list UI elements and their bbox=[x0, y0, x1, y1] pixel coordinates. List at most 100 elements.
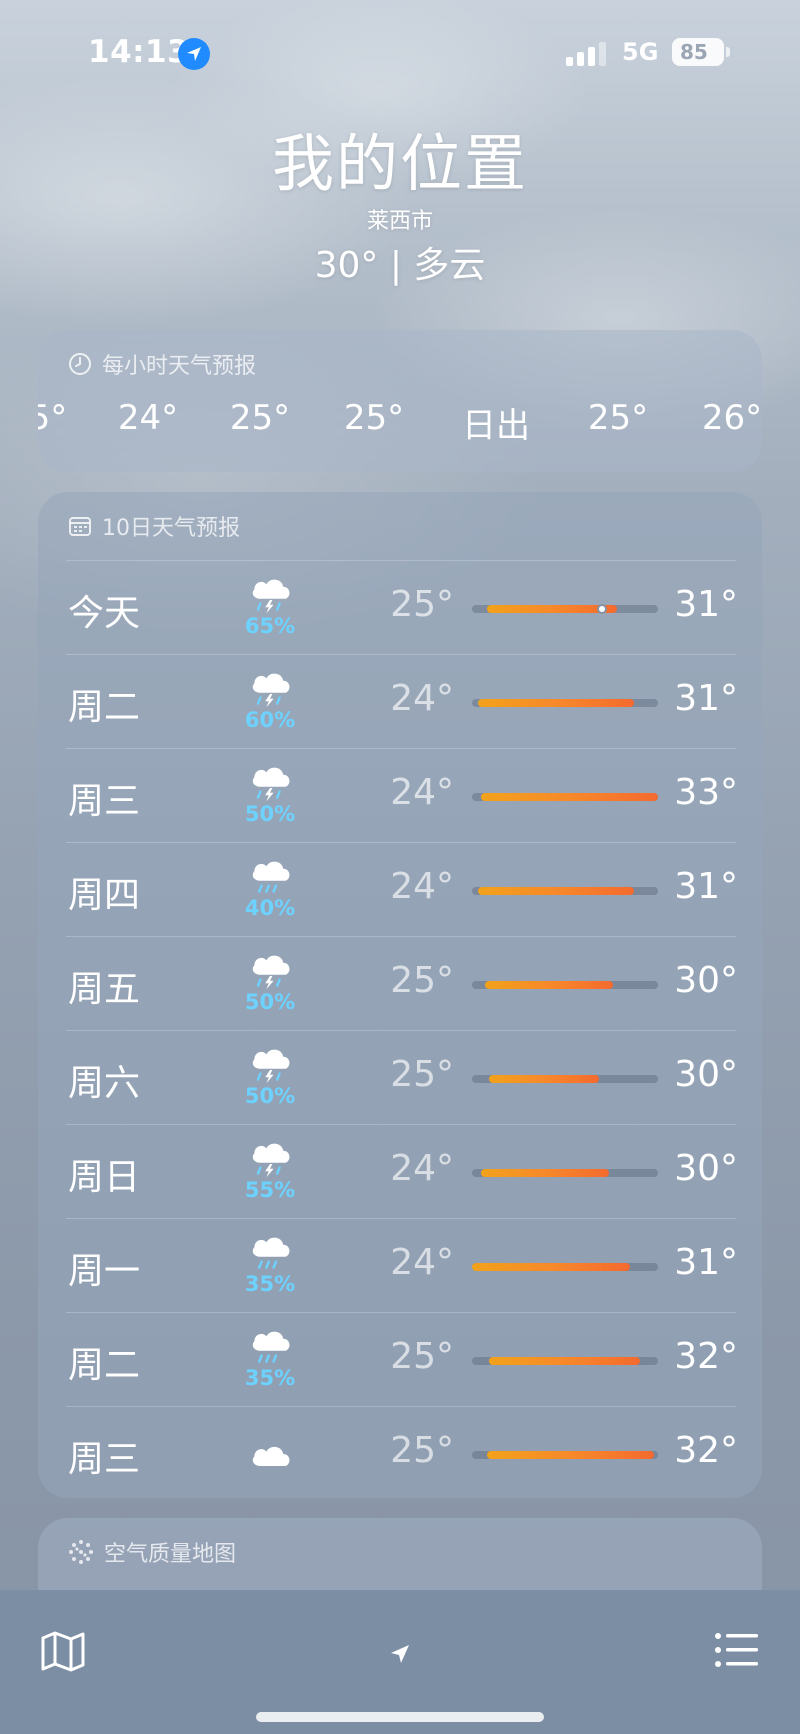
cloud-icon bbox=[246, 1432, 294, 1476]
forecast-row[interactable]: 今天 65% 25° 31° bbox=[66, 560, 738, 654]
hourly-item: 26° bbox=[701, 398, 762, 438]
thunderstorm-icon bbox=[246, 760, 294, 804]
temp-range-fill bbox=[478, 887, 634, 895]
precip-chance: 65% bbox=[244, 614, 296, 638]
temp-range-fill bbox=[481, 1169, 609, 1177]
air-quality-icon bbox=[69, 1540, 93, 1564]
temp-range-fill bbox=[487, 1451, 654, 1459]
precip-chance: 35% bbox=[244, 1366, 296, 1390]
city-list-button[interactable] bbox=[714, 1632, 760, 1668]
current-condition: 30° | 多云 bbox=[314, 245, 486, 286]
current-temp-marker bbox=[597, 604, 607, 614]
hourly-item: 25° bbox=[343, 398, 405, 438]
precip-chance: 55% bbox=[244, 1178, 296, 1202]
signal-bars-icon bbox=[566, 42, 608, 66]
row-divider bbox=[66, 842, 736, 843]
air-quality-header: 空气质量地图 bbox=[68, 1536, 236, 1568]
row-divider bbox=[66, 936, 736, 937]
temp-range-bar bbox=[472, 699, 658, 707]
city-name: 莱西市 bbox=[366, 209, 433, 234]
row-divider bbox=[66, 1312, 736, 1313]
temp-range-bar bbox=[472, 1263, 658, 1271]
hourly-item: 25° bbox=[587, 398, 649, 438]
temp-range-bar bbox=[472, 1357, 658, 1365]
day-label: 周三 bbox=[68, 781, 141, 822]
list-icon bbox=[715, 1633, 758, 1667]
high-temp: 31° bbox=[674, 1242, 738, 1283]
day-label: 周一 bbox=[68, 1251, 141, 1292]
low-temp: 25° bbox=[390, 960, 454, 1001]
hourly-item: 24° bbox=[117, 398, 179, 438]
low-temp: 25° bbox=[390, 1054, 454, 1095]
status-time: 14:13 bbox=[88, 34, 190, 70]
low-temp: 25° bbox=[390, 1336, 454, 1377]
hourly-item: 5° bbox=[38, 398, 68, 438]
day-label: 周三 bbox=[68, 1439, 141, 1480]
forecast-row[interactable]: 周二 60% 24° 31° bbox=[66, 654, 738, 748]
forecast-row[interactable]: 周二 35% 25° 32° bbox=[66, 1312, 738, 1406]
home-indicator[interactable] bbox=[256, 1712, 544, 1722]
high-temp: 30° bbox=[674, 1148, 738, 1189]
location-arrow-icon bbox=[178, 38, 210, 70]
hourly-forecast-header: 每小时天气预报 bbox=[68, 348, 256, 380]
temp-range-fill bbox=[489, 1357, 640, 1365]
low-temp: 24° bbox=[390, 1148, 454, 1189]
forecast-row[interactable]: 周三 50% 24° 33° bbox=[66, 748, 738, 842]
high-temp: 30° bbox=[674, 960, 738, 1001]
forecast-row[interactable]: 周五 50% 25° 30° bbox=[66, 936, 738, 1030]
status-bar: 14:13 5G 85 bbox=[0, 34, 800, 78]
forecast-row[interactable]: 周六 50% 25° 30° bbox=[66, 1030, 738, 1124]
hourly-item: 25° bbox=[229, 398, 291, 438]
day-label: 周四 bbox=[68, 875, 141, 916]
temp-range-fill bbox=[489, 1075, 599, 1083]
temp-range-bar bbox=[472, 1075, 658, 1083]
bottom-toolbar bbox=[0, 1590, 800, 1734]
row-divider bbox=[66, 748, 736, 749]
forecast-row[interactable]: 周四 40% 24° 31° bbox=[66, 842, 738, 936]
low-temp: 24° bbox=[390, 866, 454, 907]
ten-day-forecast-card[interactable]: 10日天气预报 今天 65% 25° 31° 周二 60% 24° 31° 周三 50% 24° 33… bbox=[38, 492, 762, 1498]
temp-range-bar bbox=[472, 887, 658, 895]
location-arrow-icon bbox=[391, 1645, 409, 1663]
thunderstorm-icon bbox=[246, 572, 294, 616]
high-temp: 32° bbox=[674, 1430, 738, 1471]
hourly-item: 日出 bbox=[462, 406, 530, 446]
row-divider bbox=[66, 1218, 736, 1219]
thunderstorm-icon bbox=[246, 1042, 294, 1086]
row-divider bbox=[66, 560, 736, 561]
ten-day-forecast-title: 10日天气预报 bbox=[102, 516, 240, 541]
forecast-row[interactable]: 周三 25° 32° bbox=[66, 1406, 738, 1498]
low-temp: 24° bbox=[390, 1242, 454, 1283]
precip-chance: 40% bbox=[244, 896, 296, 920]
map-button[interactable] bbox=[40, 1630, 86, 1672]
day-label: 周日 bbox=[68, 1157, 141, 1198]
high-temp: 31° bbox=[674, 678, 738, 719]
forecast-row[interactable]: 周日 55% 24° 30° bbox=[66, 1124, 738, 1218]
high-temp: 30° bbox=[674, 1054, 738, 1095]
precip-chance: 50% bbox=[244, 802, 296, 826]
clock-icon bbox=[69, 353, 91, 375]
ten-day-forecast-header: 10日天气预报 bbox=[68, 510, 240, 542]
row-divider bbox=[66, 654, 736, 655]
day-label: 周二 bbox=[68, 1345, 141, 1386]
precip-chance: 35% bbox=[244, 1272, 296, 1296]
current-location-button[interactable] bbox=[388, 1642, 412, 1666]
calendar-icon bbox=[69, 517, 91, 536]
hourly-forecast-card[interactable]: 每小时天气预报 5° 24° 25° 25° 日出 25° 26° bbox=[38, 330, 762, 472]
low-temp: 25° bbox=[390, 1430, 454, 1471]
day-label: 周六 bbox=[68, 1063, 141, 1104]
rain-icon bbox=[246, 1324, 294, 1368]
day-label: 周二 bbox=[68, 687, 141, 728]
network-type: 5G bbox=[622, 38, 659, 66]
row-divider bbox=[66, 1124, 736, 1125]
thunderstorm-icon bbox=[246, 948, 294, 992]
temp-range-bar bbox=[472, 1169, 658, 1177]
low-temp: 24° bbox=[390, 772, 454, 813]
high-temp: 32° bbox=[674, 1336, 738, 1377]
temp-range-fill bbox=[478, 699, 634, 707]
temp-range-bar bbox=[472, 1451, 658, 1459]
row-divider bbox=[66, 1030, 736, 1031]
precip-chance: 50% bbox=[244, 1084, 296, 1108]
forecast-row[interactable]: 周一 35% 24° 31° bbox=[66, 1218, 738, 1312]
low-temp: 25° bbox=[390, 584, 454, 625]
